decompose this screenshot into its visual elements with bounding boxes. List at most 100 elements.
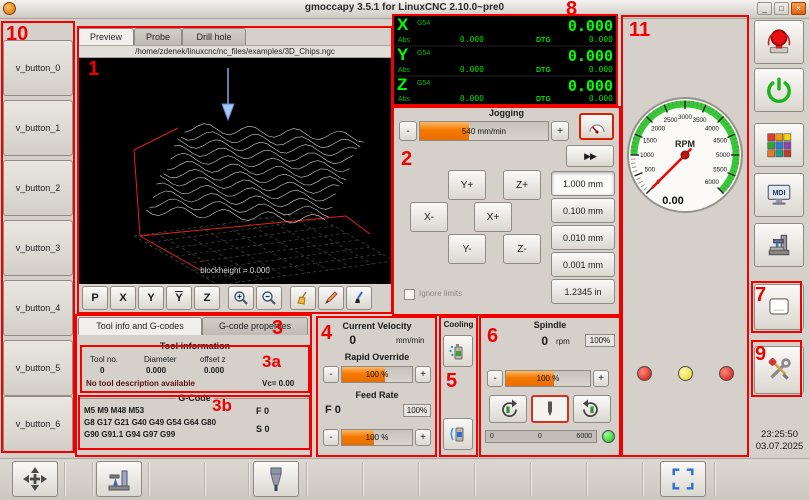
jog-speed-plus-button[interactable]: +: [551, 121, 569, 141]
flood-coolant-button[interactable]: [443, 418, 473, 450]
annotation-label-11: 11: [629, 19, 650, 42]
zoom-in-button[interactable]: [228, 286, 254, 310]
user-tabs-button[interactable]: [754, 123, 804, 167]
estop-button[interactable]: [754, 20, 804, 64]
jog-y-plus-button[interactable]: Y+: [448, 170, 486, 200]
tab-preview[interactable]: Preview: [78, 28, 134, 45]
clear-plot-button[interactable]: [290, 286, 316, 310]
tab-probe[interactable]: Probe: [134, 28, 182, 45]
move-arrows-icon: [21, 465, 49, 493]
dro-axis-y: Y G54 Abs 0.000 DTG 0.000 0.000: [394, 47, 616, 75]
view-y-button[interactable]: Y: [138, 286, 164, 310]
tab-gcode-properties[interactable]: G-code properties: [202, 317, 308, 335]
mdi-mode-button[interactable]: MDI: [754, 173, 804, 217]
zoom-out-button[interactable]: [256, 286, 282, 310]
spindle-speed-scale[interactable]: 0 0 6000: [485, 430, 597, 443]
zoom-out-icon: [261, 290, 277, 306]
sidebar-v-button-2[interactable]: v_button_2: [3, 160, 73, 216]
increment-01mm-button[interactable]: 0.100 mm: [551, 198, 615, 223]
view-y2-button[interactable]: Y: [166, 286, 192, 310]
annotation-box-11: [621, 15, 749, 457]
spindle-cw-button[interactable]: [573, 395, 611, 423]
spindle-percent-box: 100%: [585, 334, 615, 347]
jog-speed-minus-button[interactable]: -: [399, 121, 417, 141]
gcode-file-path: /home/zdenek/linuxcnc/nc_files/examples/…: [78, 45, 392, 58]
toolbar-separator: [530, 463, 531, 496]
svg-text:6000: 6000: [705, 179, 720, 186]
tool-description-message: No tool description available: [86, 379, 195, 388]
toolbar-separator: [474, 463, 475, 496]
fullscreen-button[interactable]: [660, 461, 706, 497]
sidebar-v-button-1[interactable]: v_button_1: [3, 100, 73, 156]
rapid-minus-button[interactable]: -: [323, 366, 339, 383]
spindle-override-bar[interactable]: 100 %: [505, 370, 591, 387]
increment-0001mm-button[interactable]: 0.001 mm: [551, 252, 615, 277]
settings-page-button[interactable]: [754, 346, 804, 394]
sidebar-v-button-6[interactable]: v_button_6: [3, 396, 73, 452]
tool-editor-button[interactable]: [754, 284, 804, 330]
increment-1mm-button[interactable]: 1.000 mm: [551, 171, 615, 196]
rapid-plus-button[interactable]: +: [415, 366, 431, 383]
touch-off-button[interactable]: [12, 461, 58, 497]
spindle-tool-button[interactable]: [253, 461, 299, 497]
diameter-header: Diameter: [144, 355, 176, 364]
feed-rate-bar[interactable]: 100 %: [341, 429, 413, 446]
jog-fast-forward-button[interactable]: ▶▶: [566, 145, 614, 167]
increment-001mm-button[interactable]: 0.010 mm: [551, 225, 615, 250]
sidebar-v-button-0[interactable]: v_button_0: [3, 40, 73, 96]
auto-mode-button[interactable]: [754, 223, 804, 267]
jog-velocity-toggle-button[interactable]: [579, 113, 614, 140]
brush-icon: [351, 290, 367, 306]
tool-measurement-button[interactable]: [96, 461, 142, 497]
axes-lines: [134, 128, 370, 270]
power-icon: [765, 76, 793, 104]
view-z-button[interactable]: Z: [194, 286, 220, 310]
tab-drill-hole[interactable]: Drill hole: [182, 28, 246, 45]
view-x-button[interactable]: X: [110, 286, 136, 310]
jog-z-minus-button[interactable]: Z-: [503, 234, 541, 264]
view-perspective-button[interactable]: P: [82, 286, 108, 310]
gcode-frame: G-Code M5 M9 M48 M53 G8 G17 G21 G40 G49 …: [79, 398, 310, 449]
toolbar-separator: [204, 463, 205, 496]
jog-z-plus-button[interactable]: Z+: [503, 170, 541, 200]
rotate-ccw-icon: [497, 399, 519, 419]
sidebar-v-button-4[interactable]: v_button_4: [3, 280, 73, 336]
spindle-stop-button[interactable]: [531, 395, 569, 423]
rapid-override-title: Rapid Override: [317, 352, 437, 362]
tool-information-frame: Tool information Tool no. Diameter offse…: [81, 346, 309, 393]
edit-gcode-button[interactable]: [318, 286, 344, 310]
sidebar-v-button-5[interactable]: v_button_5: [3, 340, 73, 396]
tab-tool-info[interactable]: Tool info and G-codes: [78, 317, 202, 335]
current-velocity-value: 0: [340, 333, 356, 347]
minimize-button[interactable]: _: [757, 2, 772, 15]
rapid-override-bar[interactable]: 100 %: [341, 366, 413, 383]
svg-text:3500: 3500: [693, 117, 708, 124]
feed-minus-button[interactable]: -: [323, 429, 339, 446]
spindle-minus-button[interactable]: -: [487, 370, 503, 387]
ignore-limits-checkbox[interactable]: [404, 289, 415, 300]
draw-dimensions-button[interactable]: [346, 286, 372, 310]
spindle-ccw-button[interactable]: [489, 395, 527, 423]
spindle-rpm-gauge: RPM 0.00 0500100015002000250030003500400…: [626, 96, 744, 214]
sidebar-v-button-3[interactable]: v_button_3: [3, 220, 73, 276]
feed-plus-button[interactable]: +: [415, 429, 431, 446]
svg-text:5000: 5000: [716, 152, 731, 159]
active-gcodes-1: G8 G17 G21 G40 G49 G54 G64 G80: [84, 418, 216, 427]
jog-x-minus-button[interactable]: X-: [410, 202, 448, 232]
jog-y-minus-button[interactable]: Y-: [448, 234, 486, 264]
close-button[interactable]: ×: [791, 2, 806, 15]
spindle-plus-button[interactable]: +: [593, 370, 609, 387]
tool-cone: [222, 68, 234, 120]
svg-text:4000: 4000: [705, 125, 720, 132]
jog-speed-bar[interactable]: 540 mm/min: [419, 121, 549, 141]
jog-x-plus-button[interactable]: X+: [474, 202, 512, 232]
mist-coolant-button[interactable]: [443, 335, 473, 367]
gremlin-3d-preview[interactable]: blockheight = 0.000: [78, 58, 392, 284]
increment-inch-button[interactable]: 1.2345 in: [551, 279, 615, 304]
active-speed: S 0: [256, 424, 270, 434]
rotate-cw-icon: [581, 399, 603, 419]
diameter-value: 0.000: [146, 366, 166, 375]
blockheight-label: blockheight = 0.000: [78, 266, 392, 275]
maximize-button[interactable]: □: [774, 2, 789, 15]
machine-on-button[interactable]: [754, 68, 804, 112]
